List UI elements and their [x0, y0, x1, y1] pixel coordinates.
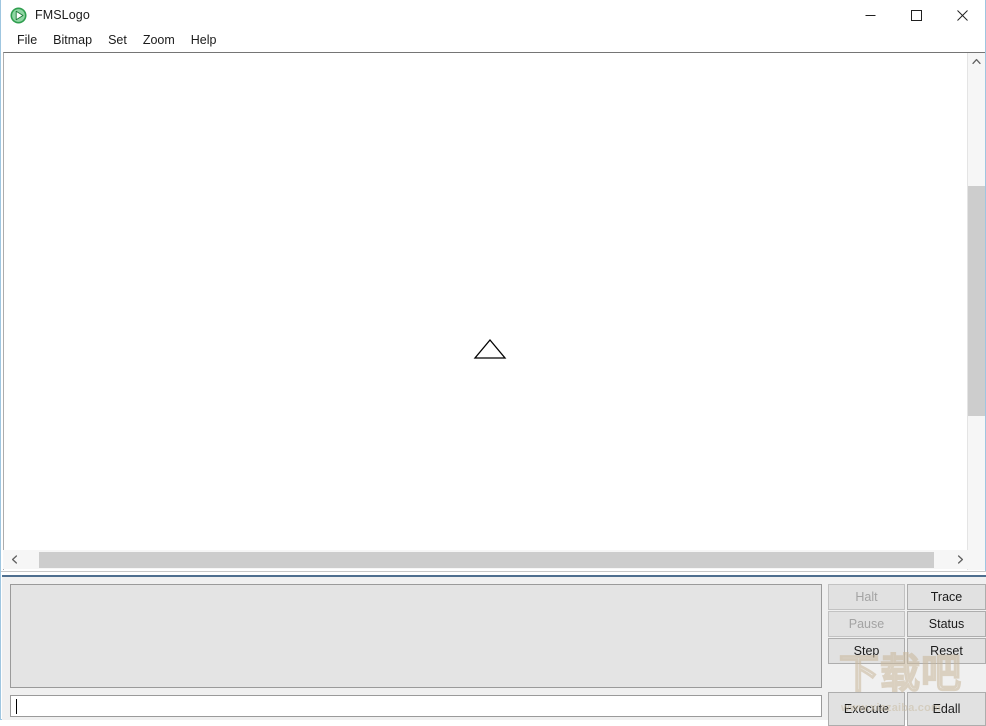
- chevron-right-icon: [957, 555, 964, 564]
- menu-item-file[interactable]: File: [9, 31, 45, 50]
- chevron-left-icon: [11, 555, 18, 564]
- scroll-right-button[interactable]: [952, 551, 969, 568]
- turtle-cursor-icon: [473, 338, 507, 359]
- fmslogo-main-window: FMSLogo File Bitmap Set Zoom Help Halt T…: [0, 0, 986, 726]
- title-bar-left: FMSLogo: [1, 0, 847, 30]
- menu-item-set[interactable]: Set: [100, 31, 135, 50]
- maximize-icon: [910, 9, 922, 21]
- pause-button[interactable]: Pause: [828, 611, 905, 637]
- minimize-button[interactable]: [847, 0, 893, 30]
- window-controls: [847, 0, 985, 30]
- edall-button[interactable]: Edall: [907, 692, 986, 726]
- command-history-pane[interactable]: [10, 584, 822, 688]
- canvas-vertical-scrollbar[interactable]: [967, 53, 985, 570]
- command-input-wrapper[interactable]: [10, 695, 822, 717]
- close-button[interactable]: [939, 0, 985, 30]
- scroll-up-button[interactable]: [968, 53, 985, 70]
- commander-panel: Halt Trace Pause Status Step Reset Execu…: [2, 575, 986, 726]
- fmslogo-play-triangle-icon: [10, 7, 27, 23]
- commander-button-panel: Halt Trace Pause Status Step Reset Execu…: [828, 584, 986, 726]
- scroll-left-button[interactable]: [6, 551, 23, 568]
- graphics-canvas-area[interactable]: [3, 52, 985, 570]
- execute-button[interactable]: Execute: [828, 692, 905, 726]
- drawing-surface[interactable]: [4, 53, 967, 570]
- commander-inner: Halt Trace Pause Status Step Reset Execu…: [5, 580, 986, 726]
- horizontal-scrollbar-thumb[interactable]: [39, 552, 934, 568]
- close-icon: [956, 9, 968, 21]
- title-bar: FMSLogo: [1, 0, 985, 30]
- step-button[interactable]: Step: [828, 638, 905, 664]
- menu-item-zoom[interactable]: Zoom: [135, 31, 183, 50]
- status-button[interactable]: Status: [907, 611, 986, 637]
- vertical-scrollbar-thumb[interactable]: [968, 186, 985, 416]
- menu-item-help[interactable]: Help: [183, 31, 225, 50]
- trace-button[interactable]: Trace: [907, 584, 986, 610]
- menu-bar: File Bitmap Set Zoom Help: [1, 30, 985, 51]
- reset-button[interactable]: Reset: [907, 638, 986, 664]
- minimize-icon: [865, 14, 875, 16]
- halt-button[interactable]: Halt: [828, 584, 905, 610]
- menu-item-bitmap[interactable]: Bitmap: [45, 31, 100, 50]
- window-title: FMSLogo: [35, 8, 90, 22]
- canvas-horizontal-scrollbar[interactable]: [3, 550, 985, 569]
- maximize-button[interactable]: [893, 0, 939, 30]
- command-input[interactable]: [17, 697, 798, 715]
- chevron-up-icon: [972, 58, 981, 65]
